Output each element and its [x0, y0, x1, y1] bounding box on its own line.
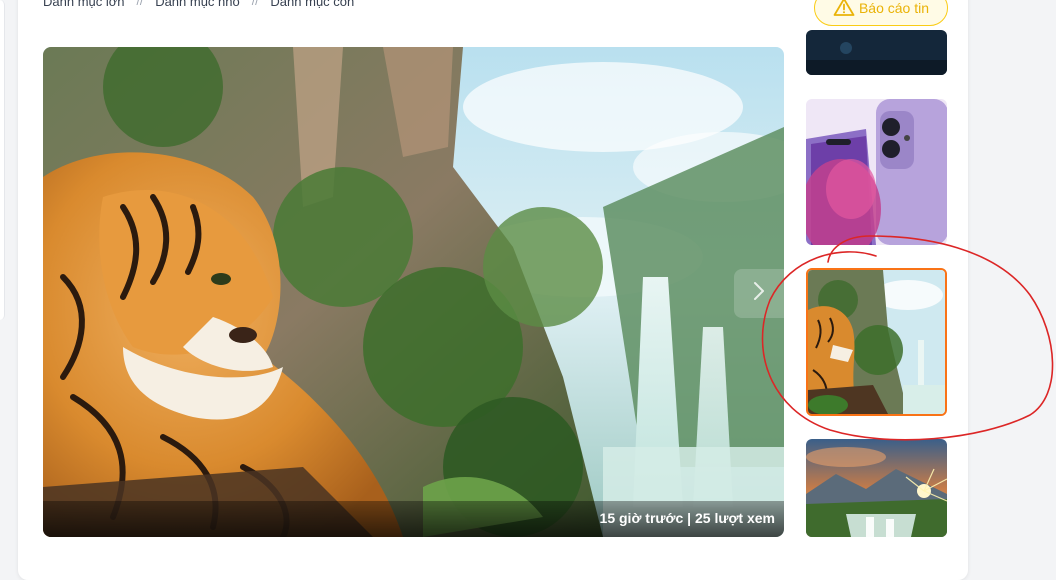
breadcrumb-item-sub-category[interactable]: Danh mục con — [270, 0, 354, 9]
image-caption: 15 giờ trước | 25 lượt xem — [599, 510, 775, 526]
main-listing-image[interactable] — [43, 47, 784, 537]
report-button-label: Báo cáo tin — [858, 0, 930, 16]
next-image-button[interactable] — [734, 269, 784, 318]
purple-iphone — [806, 99, 947, 245]
chevron-right-icon — [749, 279, 769, 308]
breadcrumb: Danh mục lớn // Danh mục nhỏ // Danh mục… — [43, 0, 354, 9]
sunset-mountain-waterfall — [806, 439, 947, 537]
breadcrumb-separator: // — [251, 0, 259, 8]
breadcrumb-item-small-category[interactable]: Danh mục nhỏ — [155, 0, 240, 9]
side-panel-edge — [0, 0, 5, 320]
dark-night-scene — [806, 30, 947, 75]
thumbnail-2[interactable] — [806, 99, 947, 245]
thumbnail-3-selected[interactable] — [806, 268, 947, 416]
report-button[interactable]: Báo cáo tin — [814, 0, 948, 26]
thumbnail-4[interactable] — [806, 439, 947, 537]
thumbnail-1[interactable] — [806, 30, 947, 75]
breadcrumb-separator: // — [136, 0, 144, 8]
warning-triangle-icon — [833, 0, 855, 20]
breadcrumb-item-large-category[interactable]: Danh mục lớn — [43, 0, 125, 9]
tiger-waterfall-artwork — [43, 47, 784, 537]
tiger-waterfall-artwork — [808, 270, 945, 414]
